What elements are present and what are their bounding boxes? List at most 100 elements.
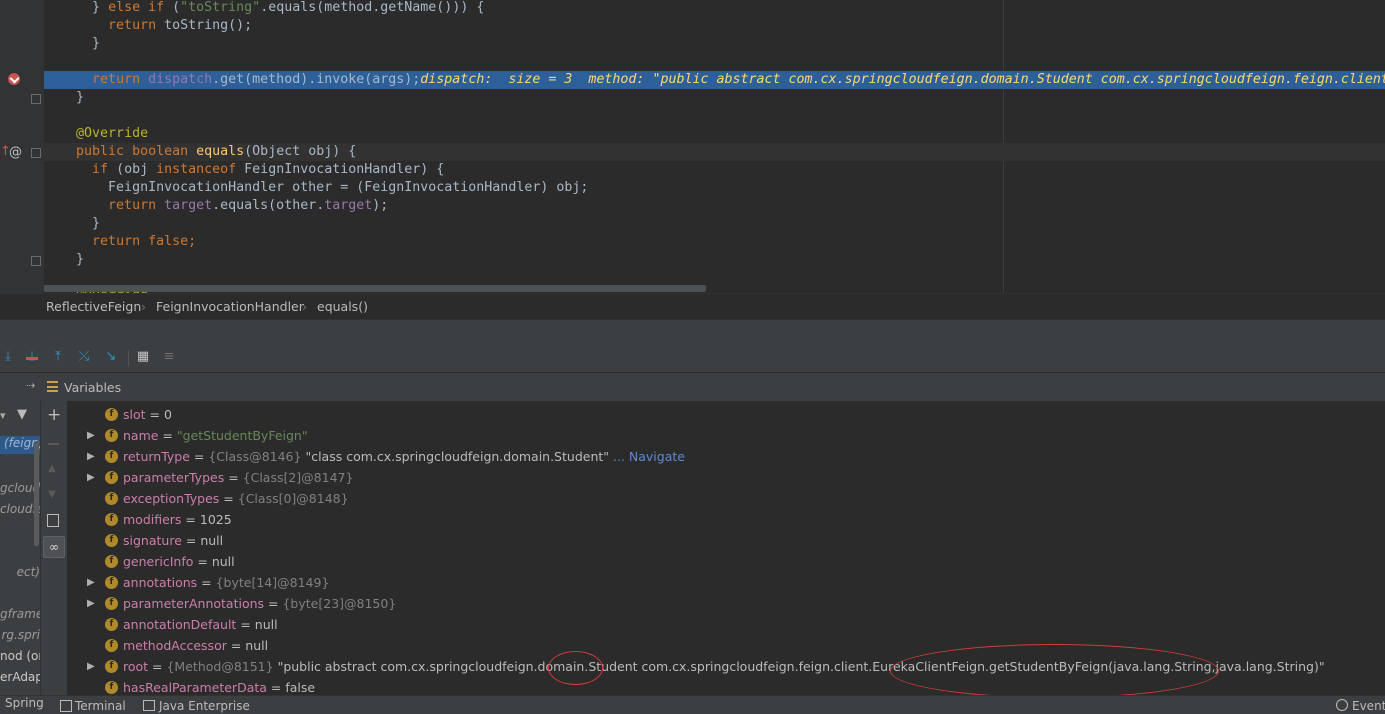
terminal-tab[interactable]: Terminal	[75, 699, 126, 713]
code-line[interactable]	[44, 107, 1385, 125]
trace-current-stream-icon[interactable]: ≡	[161, 349, 177, 365]
drop-frame-icon[interactable]: ⤯	[76, 349, 92, 365]
variable-value: null	[254, 617, 278, 632]
java-enterprise-tab[interactable]: Java Enterprise	[159, 699, 250, 713]
breadcrumb-item-reflectivefeign[interactable]: ReflectiveFeign	[46, 299, 141, 314]
run-to-cursor-icon[interactable]: ↘	[103, 349, 119, 365]
variables-tree[interactable]: f slot = 0 ▶ f name = "getStudentByFeign" ▶ f r…	[67, 401, 1385, 695]
variable-row[interactable]: f signature = null	[67, 530, 1385, 551]
variable-row[interactable]: f slot = 0	[67, 404, 1385, 425]
variable-value: "class com.cx.springcloudfeign.domain.St…	[301, 449, 610, 464]
variable-row[interactable]: f modifiers = 1025	[67, 509, 1385, 530]
code-line[interactable]: return false;	[44, 233, 1385, 251]
frame-item[interactable]: rg.spri	[0, 628, 40, 642]
frames-scrollbar[interactable]	[34, 441, 39, 546]
expand-arrow-icon[interactable]: ▶	[87, 425, 95, 446]
frames-dropdown-chevron-icon[interactable]: ▾	[0, 409, 6, 422]
code-line[interactable]: }	[44, 89, 1385, 107]
code-token: instanceof	[156, 162, 245, 177]
code-token: if	[92, 162, 117, 177]
frame-item[interactable]: nod (or	[0, 649, 40, 663]
code-line[interactable]	[44, 53, 1385, 71]
variables-header: ⇢ Variables	[0, 373, 1385, 402]
variable-row[interactable]: f genericInfo = null	[67, 551, 1385, 572]
variable-name: hasRealParameterData	[123, 680, 267, 695]
add-watch-icon[interactable]: +	[47, 407, 61, 424]
step-out-icon[interactable]: ⤒	[50, 349, 66, 365]
variable-equals: =	[181, 512, 200, 527]
code-line[interactable]: } else if ("toString".equals(method.getN…	[44, 0, 1385, 17]
variable-row[interactable]: ▶ f annotations = {byte[14]@8149}	[67, 572, 1385, 593]
code-line[interactable]: public boolean equals(Object obj) {	[44, 143, 1385, 161]
code-line[interactable]: }	[44, 251, 1385, 269]
fold-marker-icon[interactable]	[31, 148, 41, 158]
filter-icon[interactable]: ▼	[17, 407, 27, 422]
restore-layout-icon[interactable]: ⇢	[26, 379, 35, 392]
breakpoint-icon[interactable]	[8, 73, 20, 85]
code-line[interactable]: }	[44, 35, 1385, 53]
code-line[interactable]: return target.equals(other.target);	[44, 197, 1385, 215]
frames-panel[interactable]: ▾ ▼ (feign)gcloudacloudfeect)gframewrg.s…	[0, 401, 40, 695]
code-line[interactable]: }	[44, 215, 1385, 233]
variable-text: parameterAnnotations = {byte[23]@8150}	[123, 593, 396, 614]
fold-marker-icon[interactable]	[31, 256, 41, 266]
step-over-icon[interactable]: ⤓	[0, 349, 16, 365]
evaluate-expression-icon[interactable]: ▦	[135, 349, 151, 365]
variable-row[interactable]: f exceptionTypes = {Class[0]@8148}	[67, 488, 1385, 509]
frame-item[interactable]: erAdapt	[0, 670, 40, 684]
expand-arrow-icon[interactable]: ▶	[87, 572, 95, 593]
variable-name: name	[123, 428, 159, 443]
variable-text: exceptionTypes = {Class[0]@8148}	[123, 488, 349, 509]
remove-watch-icon[interactable]	[48, 443, 59, 445]
expand-arrow-icon[interactable]: ▶	[87, 467, 95, 488]
code-line[interactable]: return dispatch.get(method).invoke(args)…	[44, 71, 1385, 89]
variable-row[interactable]: f methodAccessor = null	[67, 635, 1385, 656]
expand-arrow-icon[interactable]: ▶	[87, 446, 95, 467]
variable-name: root	[123, 659, 149, 674]
frame-item[interactable]: ect)	[0, 565, 40, 579]
navigate-link[interactable]: ... Navigate	[609, 449, 685, 464]
field-icon: f	[105, 408, 118, 421]
show-watches-toggle-icon[interactable]: ∞	[43, 536, 65, 558]
spring-tab[interactable]: Spring	[0, 696, 44, 713]
move-down-icon[interactable]: ▼	[48, 489, 56, 500]
code-token: return	[108, 198, 165, 213]
code-line[interactable]: if (obj instanceof FeignInvocationHandle…	[44, 161, 1385, 179]
implementation-at-icon[interactable]: @	[9, 145, 22, 160]
force-step-into-icon[interactable]	[26, 357, 38, 360]
move-up-icon[interactable]: ▲	[48, 463, 56, 474]
variable-equals: =	[158, 428, 177, 443]
code-editor[interactable]: ↑ @ } else if ("toString".equals(method.…	[0, 0, 1385, 293]
editor-gutter[interactable]: ↑ @	[0, 0, 44, 293]
breadcrumb-item-equals[interactable]: equals()	[317, 299, 368, 314]
breadcrumb-separator: ›	[141, 299, 146, 314]
code-token: return false;	[92, 234, 197, 249]
variable-text: hasRealParameterData = false	[123, 677, 315, 695]
code-line[interactable]: FeignInvocationHandler other = (FeignInv…	[44, 179, 1385, 197]
variable-row[interactable]: ▶ f parameterAnnotations = {byte[23]@8150}	[67, 593, 1385, 614]
frame-item[interactable]: gframew	[0, 607, 40, 621]
expand-arrow-icon[interactable]: ▶	[87, 656, 95, 677]
code-line[interactable]: return toString();	[44, 17, 1385, 35]
code-token: }	[92, 216, 101, 231]
field-icon: f	[105, 639, 118, 652]
annotation-circle-student	[548, 651, 603, 685]
variable-row[interactable]: ▶ f returnType = {Class@8146} "class com.c…	[67, 446, 1385, 467]
horizontal-scrollbar[interactable]	[44, 285, 706, 292]
fold-marker-icon[interactable]	[31, 94, 41, 104]
breadcrumb-item-feigninvocationhandler[interactable]: FeignInvocationHandler	[156, 299, 304, 314]
variable-row[interactable]: ▶ f parameterTypes = {Class[2]@8147}	[67, 467, 1385, 488]
variable-equals: =	[189, 449, 209, 464]
event-log-tab[interactable]: Event	[1352, 699, 1385, 713]
copy-icon[interactable]	[47, 514, 59, 527]
variable-row[interactable]: ▶ f name = "getStudentByFeign"	[67, 425, 1385, 446]
code-token: }	[92, 0, 109, 15]
expand-arrow-icon[interactable]: ▶	[87, 593, 95, 614]
code-line[interactable]: @Override	[44, 125, 1385, 143]
variable-row[interactable]: f annotationDefault = null	[67, 614, 1385, 635]
